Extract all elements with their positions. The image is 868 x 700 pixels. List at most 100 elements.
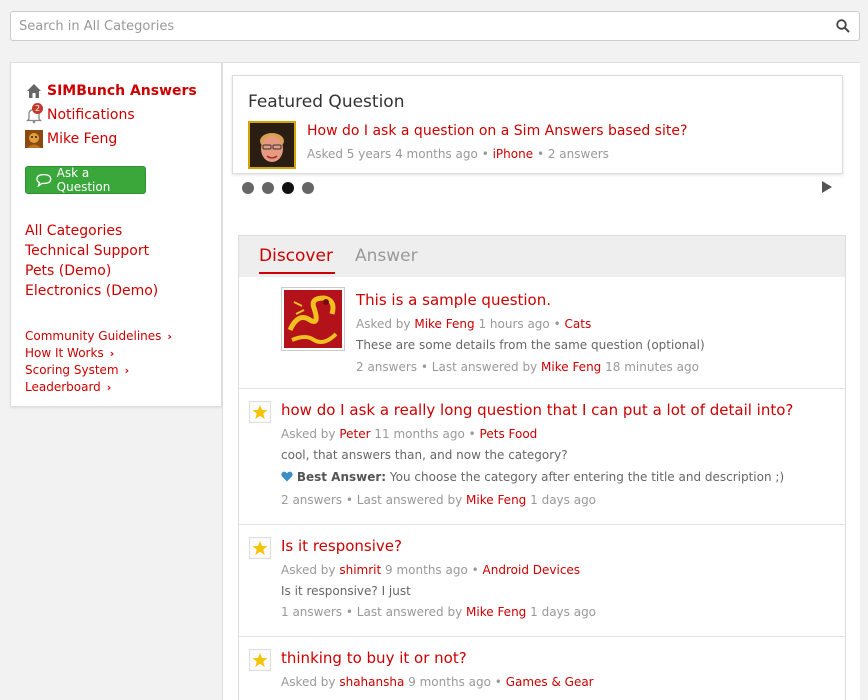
carousel-dot-1[interactable] <box>242 182 254 194</box>
tab-discover[interactable]: Discover <box>259 246 335 274</box>
tab-answer[interactable]: Answer <box>355 246 418 266</box>
chevron-right-icon: › <box>106 381 112 394</box>
separator: • <box>468 427 476 441</box>
best-answer: Best Answer: You choose the category aft… <box>281 470 784 484</box>
author-link[interactable]: Peter <box>339 427 370 441</box>
question-item: thinking to buy it or not? Asked by shah… <box>239 637 845 700</box>
author-link[interactable]: shahansha <box>339 675 404 689</box>
favorite-star-icon[interactable] <box>249 537 271 559</box>
separator: • <box>471 563 479 577</box>
category-link[interactable]: Games & Gear <box>506 675 594 689</box>
asked-by-label: Asked by <box>281 427 336 441</box>
carousel-dots <box>242 182 314 194</box>
best-answer-label: Best Answer: <box>296 470 387 484</box>
last-answer-user-link[interactable]: Mike Feng <box>466 493 526 507</box>
question-item: Is it responsive? Asked by shimrit 9 mon… <box>239 525 845 637</box>
question-detail: These are some details from the same que… <box>356 338 705 352</box>
main-content: Featured Question How do I ask a questio… <box>222 62 860 700</box>
question-title[interactable]: how do I ask a really long question that… <box>281 401 793 419</box>
last-answer-time: 1 days ago <box>530 605 597 619</box>
category-link[interactable]: Android Devices <box>483 563 581 577</box>
bell-icon: 2 <box>25 103 43 124</box>
separator: • <box>345 493 353 507</box>
question-meta: Asked by Mike Feng 1 hours ago • Cats <box>356 317 591 331</box>
link-label: How It Works <box>25 346 104 360</box>
user-profile-link[interactable]: Mike Feng <box>25 127 207 151</box>
link-label: Scoring System <box>25 363 119 377</box>
question-title[interactable]: This is a sample question. <box>356 291 551 309</box>
author-link[interactable]: shimrit <box>339 563 381 577</box>
question-tabs: Discover Answer <box>239 236 845 277</box>
last-answer-time: 1 days ago <box>530 493 597 507</box>
chevron-right-icon: › <box>124 364 130 377</box>
author-link[interactable]: Mike Feng <box>414 317 474 331</box>
notifications-link[interactable]: 2 Notifications <box>25 103 207 127</box>
category-all[interactable]: All Categories <box>25 221 207 241</box>
asked-by-label: Asked by <box>356 317 411 331</box>
separator: • <box>553 317 561 331</box>
search-input[interactable] <box>11 12 811 40</box>
asked-time: 9 months ago <box>408 675 491 689</box>
carousel-dot-4[interactable] <box>302 182 314 194</box>
last-answered-label: Last answered by <box>356 493 463 507</box>
question-thumbnail[interactable] <box>281 287 345 351</box>
question-title[interactable]: Is it responsive? <box>281 537 402 555</box>
chat-bubble-icon <box>36 173 52 187</box>
info-links: Community Guidelines › How It Works › Scor… <box>25 328 207 396</box>
avatar <box>25 130 43 148</box>
question-stats: 1 answers • Last answered by Mike Feng 1… <box>281 605 596 619</box>
last-answer-user-link[interactable]: Mike Feng <box>466 605 526 619</box>
chevron-right-icon: › <box>109 347 115 360</box>
question-meta: Asked by shimrit 9 months ago • Android … <box>281 563 580 577</box>
search-bar[interactable] <box>10 11 860 41</box>
ask-question-label: Ask a Question <box>56 166 111 194</box>
featured-question-card: Featured Question How do I ask a questio… <box>232 75 843 174</box>
search-icon[interactable] <box>836 19 850 33</box>
left-sidebar: SIMBunch Answers 2 Notifications Mike Fe… <box>10 62 222 407</box>
featured-question-title[interactable]: How do I ask a question on a Sim Answers… <box>307 123 687 139</box>
favorite-star-icon[interactable] <box>249 401 271 423</box>
link-how-it-works[interactable]: How It Works › <box>25 345 207 362</box>
separator: • <box>536 147 545 161</box>
category-technical-support[interactable]: Technical Support <box>25 241 207 261</box>
question-meta: Asked by shahansha 9 months ago • Games … <box>281 675 594 689</box>
question-item: This is a sample question. Asked by Mike… <box>239 277 845 389</box>
question-stats: 2 answers • Last answered by Mike Feng 1… <box>281 493 596 507</box>
site-home-link[interactable]: SIMBunch Answers <box>25 79 207 103</box>
carousel-dot-3[interactable] <box>282 182 294 194</box>
answers-count: 2 answers <box>281 493 343 507</box>
last-answered-label: Last answered by <box>356 605 463 619</box>
category-link[interactable]: Pets Food <box>480 427 538 441</box>
featured-author-avatar[interactable] <box>248 121 296 169</box>
answers-count: 2 answers <box>356 360 418 374</box>
last-answer-user-link[interactable]: Mike Feng <box>541 360 601 374</box>
featured-question-meta: Asked 5 years 4 months ago • iPhone • 2 … <box>307 147 609 161</box>
carousel-dot-2[interactable] <box>262 182 274 194</box>
heart-icon <box>281 471 293 482</box>
question-title[interactable]: thinking to buy it or not? <box>281 649 467 667</box>
category-link[interactable]: Cats <box>565 317 592 331</box>
site-title: SIMBunch Answers <box>47 83 197 99</box>
asked-time: 11 months ago <box>374 427 465 441</box>
link-scoring-system[interactable]: Scoring System › <box>25 362 207 379</box>
separator: • <box>420 360 428 374</box>
link-leaderboard[interactable]: Leaderboard › <box>25 379 207 396</box>
featured-category-link[interactable]: iPhone <box>493 147 534 161</box>
question-stats: 2 answers • Last answered by Mike Feng 1… <box>356 360 699 374</box>
question-detail: Is it responsive? I just <box>281 584 411 598</box>
link-community-guidelines[interactable]: Community Guidelines › <box>25 328 207 345</box>
question-detail: cool, that answers than, and now the cat… <box>281 448 568 462</box>
notifications-label: Notifications <box>47 107 135 123</box>
carousel-next-icon[interactable] <box>822 181 832 193</box>
answers-count: 1 answers <box>281 605 343 619</box>
category-pets[interactable]: Pets (Demo) <box>25 261 207 281</box>
question-panel: Discover Answer This is a sample questio… <box>238 235 846 700</box>
category-electronics[interactable]: Electronics (Demo) <box>25 281 207 301</box>
asked-time: 1 hours ago <box>478 317 550 331</box>
featured-asked: Asked 5 years 4 months ago <box>307 147 478 161</box>
featured-heading: Featured Question <box>248 92 405 112</box>
ask-question-button[interactable]: Ask a Question <box>25 166 146 194</box>
asked-by-label: Asked by <box>281 675 336 689</box>
notification-badge: 2 <box>32 103 43 114</box>
favorite-star-icon[interactable] <box>249 649 271 671</box>
